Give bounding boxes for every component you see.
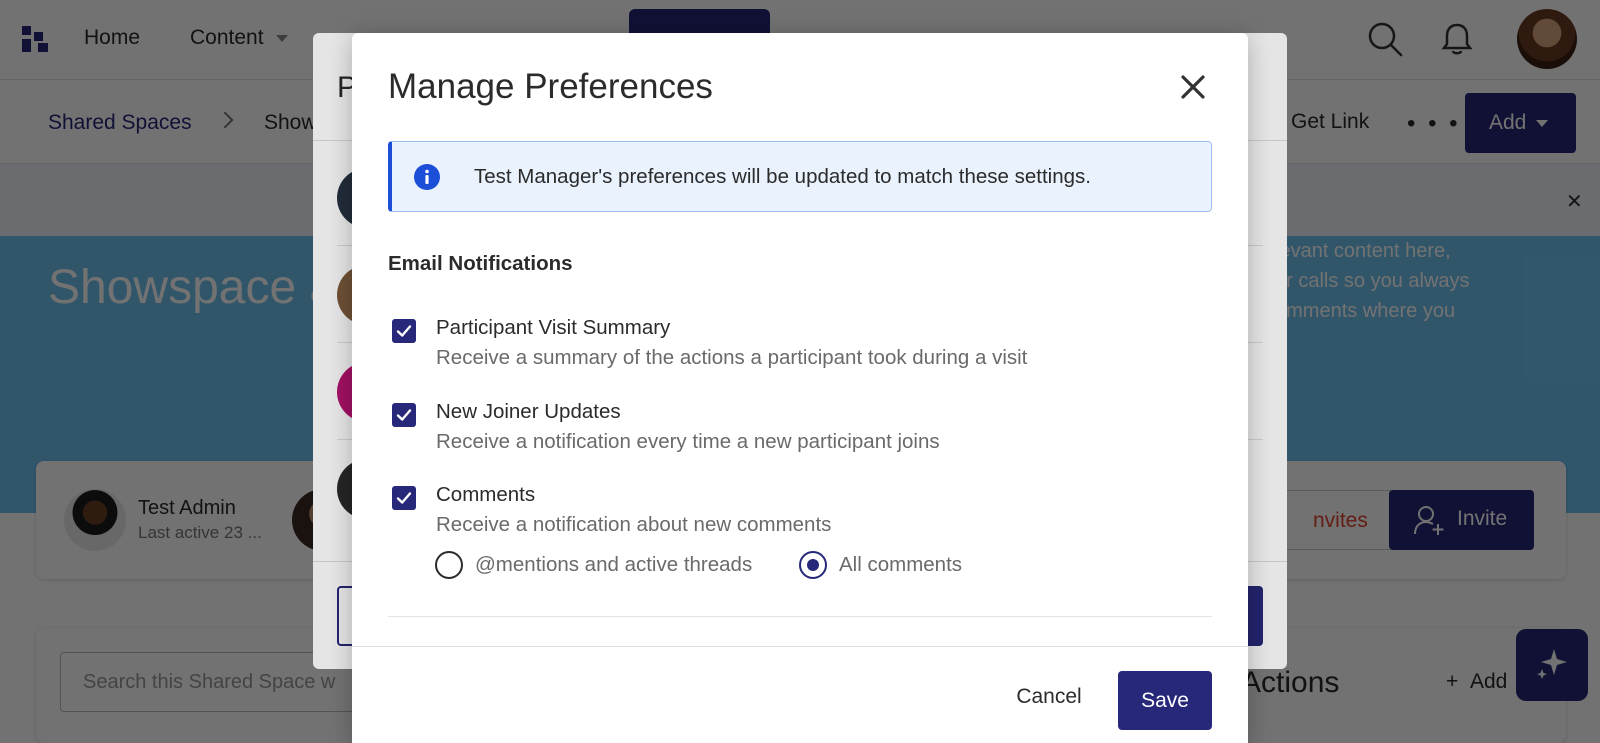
radio-button[interactable] [799,551,827,579]
preference-title: Comments [436,483,536,506]
radio-label: @mentions and active threads [475,553,753,576]
preference-description: Receive a notification about new comment… [436,513,832,536]
radio-button[interactable] [435,551,463,579]
info-banner: Test Manager's preferences will be updat… [388,141,1212,212]
check-icon [396,325,412,337]
preference-title: New Joiner Updates [436,400,621,423]
dialog-title: Manage Preferences [388,67,713,106]
preference-title: Participant Visit Summary [436,316,671,339]
radio-all-comments[interactable]: All comments [799,551,999,579]
radio-label: All comments [839,553,963,576]
info-icon [414,164,440,190]
radio-mentions-and-active-threads[interactable]: @mentions and active threads [435,551,775,579]
manage-preferences-dialog: Manage Preferences Test Manager's prefer… [352,33,1248,743]
info-text: Test Manager's preferences will be updat… [474,165,1091,188]
cancel-button[interactable]: Cancel [1002,675,1096,719]
save-button[interactable]: Save [1118,671,1212,730]
close-icon[interactable] [1177,71,1209,103]
checkbox[interactable] [392,486,416,510]
preference-description: Receive a notification every time a new … [436,430,940,453]
check-icon [396,492,412,504]
preference-description: Receive a summary of the actions a parti… [436,346,1028,369]
checkbox[interactable] [392,403,416,427]
divider [388,616,1212,617]
dialog-footer-divider [352,646,1248,647]
checkbox[interactable] [392,319,416,343]
section-title: Email Notifications [388,252,573,275]
check-icon [396,409,412,421]
